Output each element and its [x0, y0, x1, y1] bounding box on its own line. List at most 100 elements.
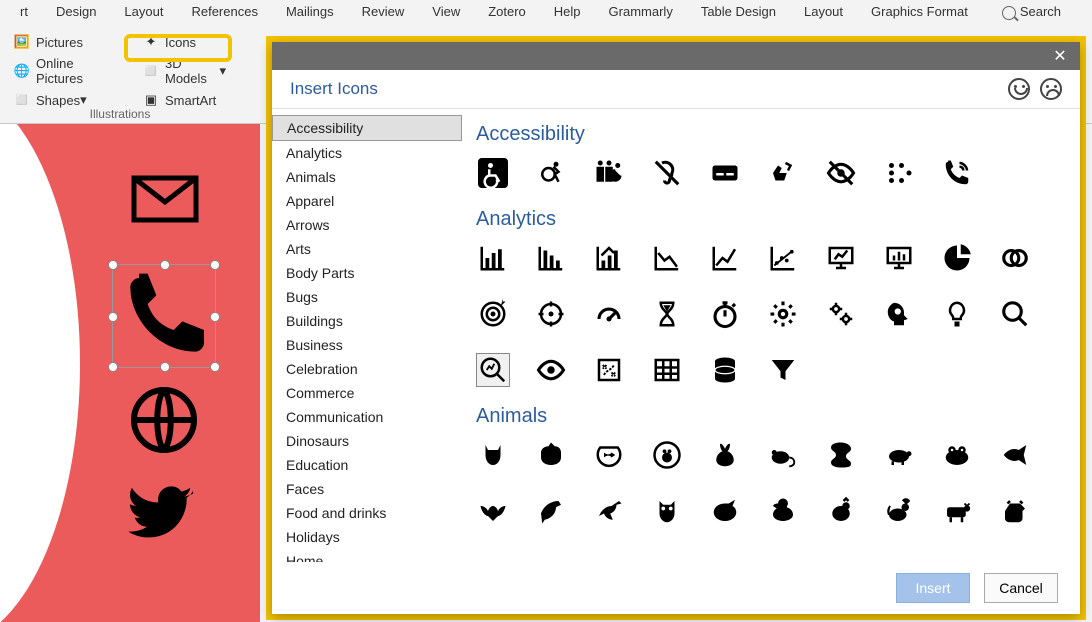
- inserted-phone-icon-selected[interactable]: [112, 264, 216, 368]
- menu-zotero[interactable]: Zotero: [474, 0, 540, 24]
- tty-icon[interactable]: [940, 156, 974, 190]
- owl-icon[interactable]: [650, 494, 684, 528]
- gears-icon[interactable]: [824, 297, 858, 331]
- insert-button[interactable]: Insert: [896, 573, 970, 603]
- category-analytics[interactable]: Analytics: [272, 141, 462, 165]
- table-icon[interactable]: [650, 353, 684, 387]
- turtle-icon[interactable]: [882, 438, 916, 472]
- menu-grammarly[interactable]: Grammarly: [595, 0, 687, 24]
- magnifier-icon[interactable]: [998, 297, 1032, 331]
- scatter-up-icon[interactable]: [766, 241, 800, 275]
- ribbon-pictures[interactable]: 🖼️Pictures: [10, 32, 119, 52]
- bar-chart-down-icon[interactable]: [534, 241, 568, 275]
- category-arrows[interactable]: Arrows: [272, 213, 462, 237]
- feedback-smile-icon[interactable]: [1008, 78, 1030, 100]
- search-box[interactable]: Search: [982, 0, 1075, 24]
- category-communication[interactable]: Communication: [272, 405, 462, 429]
- snake-icon[interactable]: [824, 438, 858, 472]
- frog-icon[interactable]: [940, 438, 974, 472]
- category-dinosaurs[interactable]: Dinosaurs: [272, 429, 462, 453]
- presentation-bars-icon[interactable]: [882, 241, 916, 275]
- venn-icon[interactable]: [998, 241, 1032, 275]
- category-faces[interactable]: Faces: [272, 477, 462, 501]
- dialog-close-button[interactable]: ✕: [1040, 42, 1080, 70]
- category-animals[interactable]: Animals: [272, 165, 462, 189]
- category-celebration[interactable]: Celebration: [272, 357, 462, 381]
- category-bugs[interactable]: Bugs: [272, 285, 462, 309]
- crosshair-icon[interactable]: [534, 297, 568, 331]
- feedback-frown-icon[interactable]: [1040, 78, 1062, 100]
- target-icon[interactable]: [476, 297, 510, 331]
- bird-icon[interactable]: [534, 494, 568, 528]
- menu-insert[interactable]: rt: [6, 0, 42, 24]
- strategy-icon[interactable]: [592, 353, 626, 387]
- line-up-icon[interactable]: [708, 241, 742, 275]
- wheelchair-icon[interactable]: [476, 156, 510, 190]
- category-business[interactable]: Business: [272, 333, 462, 357]
- cow-icon[interactable]: [940, 494, 974, 528]
- category-buildings[interactable]: Buildings: [272, 309, 462, 333]
- category-apparel[interactable]: Apparel: [272, 189, 462, 213]
- menu-view[interactable]: View: [418, 0, 474, 24]
- category-education[interactable]: Education: [272, 453, 462, 477]
- menu-mailings[interactable]: Mailings: [272, 0, 348, 24]
- goat-icon[interactable]: [998, 494, 1032, 528]
- gauge-icon[interactable]: [592, 297, 626, 331]
- dog-icon[interactable]: [534, 438, 568, 472]
- menu-help[interactable]: Help: [540, 0, 595, 24]
- low-vision-icon[interactable]: [824, 156, 858, 190]
- cancel-button[interactable]: Cancel: [984, 573, 1058, 603]
- chart-magnifier-icon[interactable]: [476, 353, 510, 387]
- eye-icon[interactable]: [534, 353, 568, 387]
- fish-icon[interactable]: [998, 438, 1032, 472]
- head-gear-icon[interactable]: [882, 297, 916, 331]
- rabbit-icon[interactable]: [708, 438, 742, 472]
- menu-table-design[interactable]: Table Design: [687, 0, 790, 24]
- mouse-icon[interactable]: [766, 438, 800, 472]
- menu-review[interactable]: Review: [348, 0, 419, 24]
- hourglass-icon[interactable]: [650, 297, 684, 331]
- chicken-icon[interactable]: [824, 494, 858, 528]
- cat-icon[interactable]: [476, 438, 510, 472]
- category-body-parts[interactable]: Body Parts: [272, 261, 462, 285]
- menu-references[interactable]: References: [177, 0, 271, 24]
- bar-chart-up-arrow-icon[interactable]: [592, 241, 626, 275]
- ribbon-online-pictures[interactable]: 🌐Online Pictures: [10, 54, 119, 88]
- category-accessibility[interactable]: Accessibility: [272, 115, 462, 141]
- menu-design[interactable]: Design: [42, 0, 110, 24]
- category-holidays[interactable]: Holidays: [272, 525, 462, 549]
- captions-icon[interactable]: [708, 156, 742, 190]
- menu-graphics-format[interactable]: Graphics Format: [857, 0, 982, 24]
- lightbulb-icon[interactable]: [940, 297, 974, 331]
- family-accessible-icon[interactable]: [592, 156, 626, 190]
- line-down-icon[interactable]: [650, 241, 684, 275]
- stopwatch-icon[interactable]: [708, 297, 742, 331]
- category-commerce[interactable]: Commerce: [272, 381, 462, 405]
- hummingbird-icon[interactable]: [592, 494, 626, 528]
- deaf-icon[interactable]: [650, 156, 684, 190]
- sign-language-icon[interactable]: [766, 156, 800, 190]
- funnel-icon[interactable]: [766, 353, 800, 387]
- hamster-ball-icon[interactable]: [650, 438, 684, 472]
- presentation-icon[interactable]: [824, 241, 858, 275]
- inserted-twitter-icon[interactable]: [118, 482, 204, 552]
- menu-layout[interactable]: Layout: [110, 0, 177, 24]
- turkey-icon[interactable]: [708, 494, 742, 528]
- fishbowl-icon[interactable]: [592, 438, 626, 472]
- bat-icon[interactable]: [476, 494, 510, 528]
- braille-icon[interactable]: [882, 156, 916, 190]
- inserted-envelope-icon[interactable]: [130, 174, 200, 224]
- category-home[interactable]: Home: [272, 549, 462, 562]
- document-canvas[interactable]: [0, 124, 260, 622]
- inserted-globe-icon[interactable]: [128, 384, 200, 456]
- ribbon-icons[interactable]: ✦Icons: [139, 32, 230, 52]
- gear-icon[interactable]: [766, 297, 800, 331]
- wheelchair-motion-icon[interactable]: [534, 156, 568, 190]
- duck-icon[interactable]: [766, 494, 800, 528]
- menu-layout2[interactable]: Layout: [790, 0, 857, 24]
- pie-chart-icon[interactable]: [940, 241, 974, 275]
- rooster-icon[interactable]: [882, 494, 916, 528]
- ribbon-3d-models[interactable]: ◻️3D Models ▾: [139, 54, 230, 88]
- category-food-and-drinks[interactable]: Food and drinks: [272, 501, 462, 525]
- bar-chart-icon[interactable]: [476, 241, 510, 275]
